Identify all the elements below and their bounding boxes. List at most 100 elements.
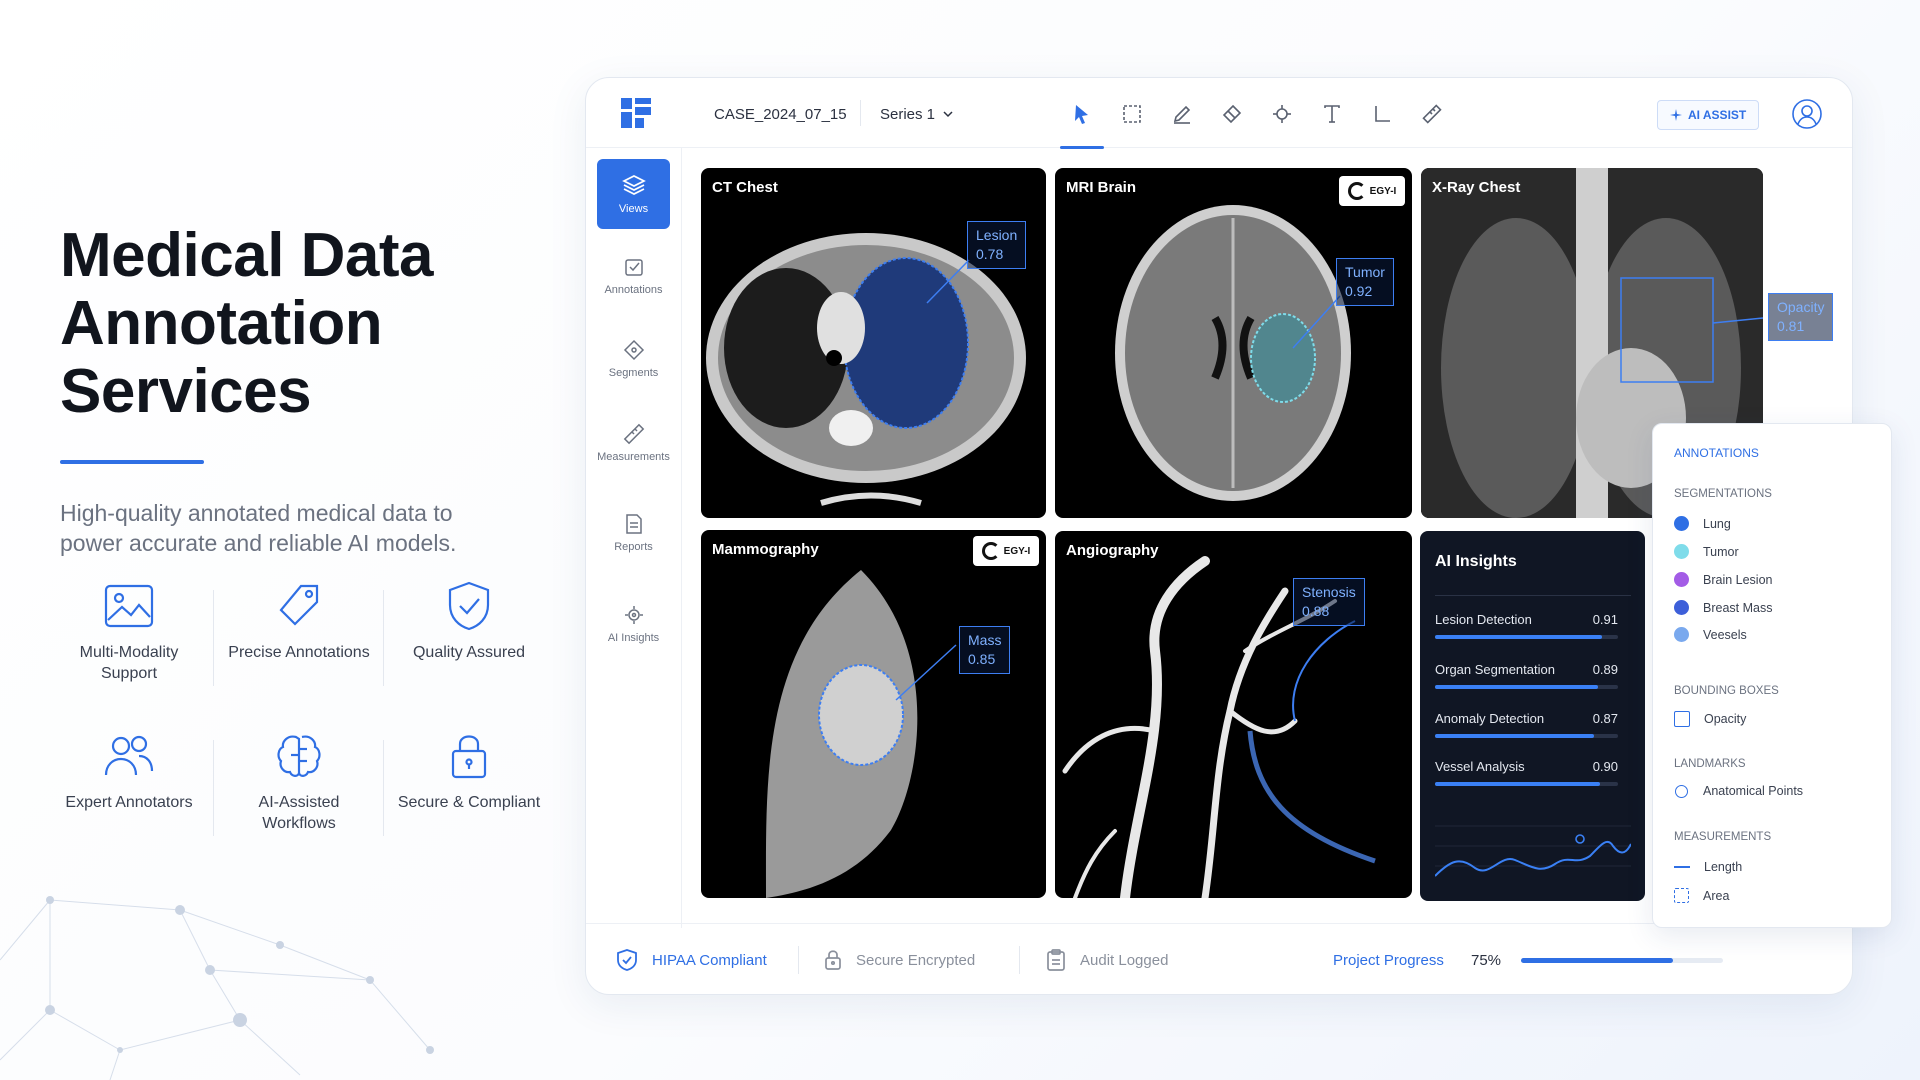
divider — [1435, 595, 1631, 596]
metric-organ-segmentation: Organ Segmentation 0.89 — [1435, 662, 1618, 689]
sidebar: Views Annotations Segments Measurements … — [586, 148, 682, 928]
feature-ai-assisted: AI-Assisted Workflows — [214, 728, 384, 878]
network-decoration — [0, 896, 434, 1080]
lock-icon — [441, 728, 497, 784]
sidebar-item-views[interactable]: Views — [597, 159, 670, 229]
ai-assist-button[interactable]: AI ASSIST — [1657, 100, 1760, 130]
callout-mass[interactable]: Mass 0.85 — [959, 626, 1011, 674]
legend-area[interactable]: Area — [1674, 888, 1729, 903]
tag-icon — [271, 578, 327, 634]
metric-track — [1435, 685, 1618, 689]
annotation-icon — [624, 259, 643, 276]
brain-icon — [271, 728, 327, 784]
mri-brain-image — [1115, 205, 1351, 501]
shield-check-icon — [441, 578, 497, 634]
legend-brain-lesion[interactable]: Brain Lesion — [1674, 572, 1773, 587]
divider — [798, 946, 799, 974]
feature-grid: Multi-Modality Support Precise Annotatio… — [44, 578, 564, 878]
divider — [1019, 946, 1020, 974]
sidebar-item-reports[interactable]: Reports — [597, 498, 670, 568]
project-progress-value: 75% — [1471, 951, 1502, 969]
metric-fill — [1435, 635, 1602, 639]
area-icon — [1674, 888, 1689, 903]
egyi-badge: EGY-I — [973, 536, 1039, 566]
metric-vessel-analysis: Vessel Analysis 0.90 — [1435, 759, 1618, 786]
angle-icon — [1375, 106, 1390, 122]
layers-icon — [621, 175, 646, 195]
legend-breast-mass[interactable]: Breast Mass — [1674, 600, 1772, 615]
hipaa-status: HIPAA Compliant — [616, 924, 767, 996]
legend-anatomical-points[interactable]: Anatomical Points — [1674, 784, 1803, 798]
text-tool[interactable] — [1314, 96, 1350, 132]
sidebar-item-ai-insights[interactable]: AI Insights — [597, 589, 670, 659]
tile-angiography[interactable]: Angiography Stenosis 0.88 — [1055, 531, 1412, 898]
hero-accent-bar — [60, 460, 204, 464]
clipboard-icon — [1047, 949, 1065, 971]
keypoint-tool[interactable] — [1264, 96, 1300, 132]
audit-status: Audit Logged — [1046, 924, 1168, 996]
report-icon — [625, 514, 642, 534]
pointer-icon — [1075, 105, 1088, 124]
pen-tool[interactable] — [1164, 96, 1200, 132]
feature-secure-compliant: Secure & Compliant — [384, 728, 554, 878]
bbox-icon — [1674, 711, 1690, 727]
project-progress-label: Project Progress — [1333, 951, 1444, 969]
egyi-badge: EGY-I — [1339, 176, 1405, 206]
callout-lesion[interactable]: Lesion 0.78 — [967, 221, 1027, 269]
trend-sparkline — [1435, 825, 1631, 877]
callout-opacity[interactable]: Opacity 0.81 — [1768, 293, 1834, 341]
rectangle-icon — [1123, 105, 1141, 123]
divider — [860, 100, 861, 126]
mammography-image — [765, 570, 957, 898]
legend-vessels[interactable]: Veesels — [1674, 627, 1747, 642]
color-swatch — [1674, 572, 1689, 587]
eraser-tool[interactable] — [1214, 96, 1250, 132]
legend-tumor[interactable]: Tumor — [1674, 544, 1739, 559]
badge-logo-icon — [981, 542, 1000, 560]
feature-expert-annotators: Expert Annotators — [44, 728, 214, 878]
sidebar-item-segments[interactable]: Segments — [597, 324, 670, 394]
angle-tool[interactable] — [1364, 96, 1400, 132]
shield-check-icon — [617, 949, 637, 971]
metric-lesion-detection: Lesion Detection 0.91 — [1435, 612, 1618, 639]
sidebar-item-measurements[interactable]: Measurements — [597, 408, 670, 478]
status-footer: HIPAA Compliant Secure Encrypted Audit L… — [586, 923, 1852, 995]
project-progress-fill — [1521, 958, 1673, 963]
legend-length[interactable]: Length — [1674, 860, 1742, 874]
text-icon — [1324, 105, 1340, 123]
landmark-icon — [1675, 784, 1688, 798]
tile-mri-brain[interactable]: MRI Brain EGY-I Tumor 0.92 — [1055, 168, 1412, 518]
series-dropdown[interactable]: Series 1 — [880, 106, 953, 123]
users-icon — [101, 728, 157, 784]
legend-lung[interactable]: Lung — [1674, 516, 1731, 531]
hero: Medical Data Annotation Services High-qu… — [60, 222, 580, 558]
length-icon — [1674, 866, 1690, 868]
metric-fill — [1435, 734, 1595, 738]
annotations-legend-panel: ANNOTATIONS SEGMENTATIONS Lung Tumor Bra… — [1652, 423, 1892, 928]
top-toolbar: CASE_2024_07_15 Series 1 AI ASSIST — [586, 78, 1852, 149]
lock-icon — [825, 950, 841, 970]
color-swatch — [1674, 600, 1689, 615]
color-swatch — [1674, 627, 1689, 642]
user-avatar-icon[interactable] — [1791, 98, 1823, 130]
metric-track — [1435, 782, 1618, 786]
sidebar-item-annotations[interactable]: Annotations — [597, 241, 670, 311]
project-progress-bar — [1521, 958, 1723, 963]
hero-title: Medical Data Annotation Services — [60, 221, 434, 426]
rectangle-tool[interactable] — [1114, 96, 1150, 132]
app-logo[interactable] — [621, 98, 651, 128]
ruler-icon — [1422, 104, 1442, 124]
ai-insights-panel: AI Insights Lesion Detection 0.91 Organ S… — [1420, 531, 1645, 901]
color-swatch — [1674, 516, 1689, 531]
eraser-icon — [1222, 104, 1242, 124]
badge-logo-icon — [1347, 182, 1366, 200]
callout-stenosis[interactable]: Stenosis 0.88 — [1293, 578, 1365, 626]
metric-fill — [1435, 782, 1600, 786]
tile-ct-chest[interactable]: CT Chest Lesion 0.78 — [701, 168, 1046, 518]
tile-mammography[interactable]: Mammography EGY-I Mass 0.85 — [701, 530, 1046, 898]
metric-fill — [1435, 685, 1598, 689]
legend-opacity[interactable]: Opacity — [1674, 711, 1746, 727]
ruler-tool[interactable] — [1414, 96, 1450, 132]
callout-tumor[interactable]: Tumor 0.92 — [1336, 258, 1394, 306]
pointer-tool[interactable] — [1060, 96, 1104, 149]
